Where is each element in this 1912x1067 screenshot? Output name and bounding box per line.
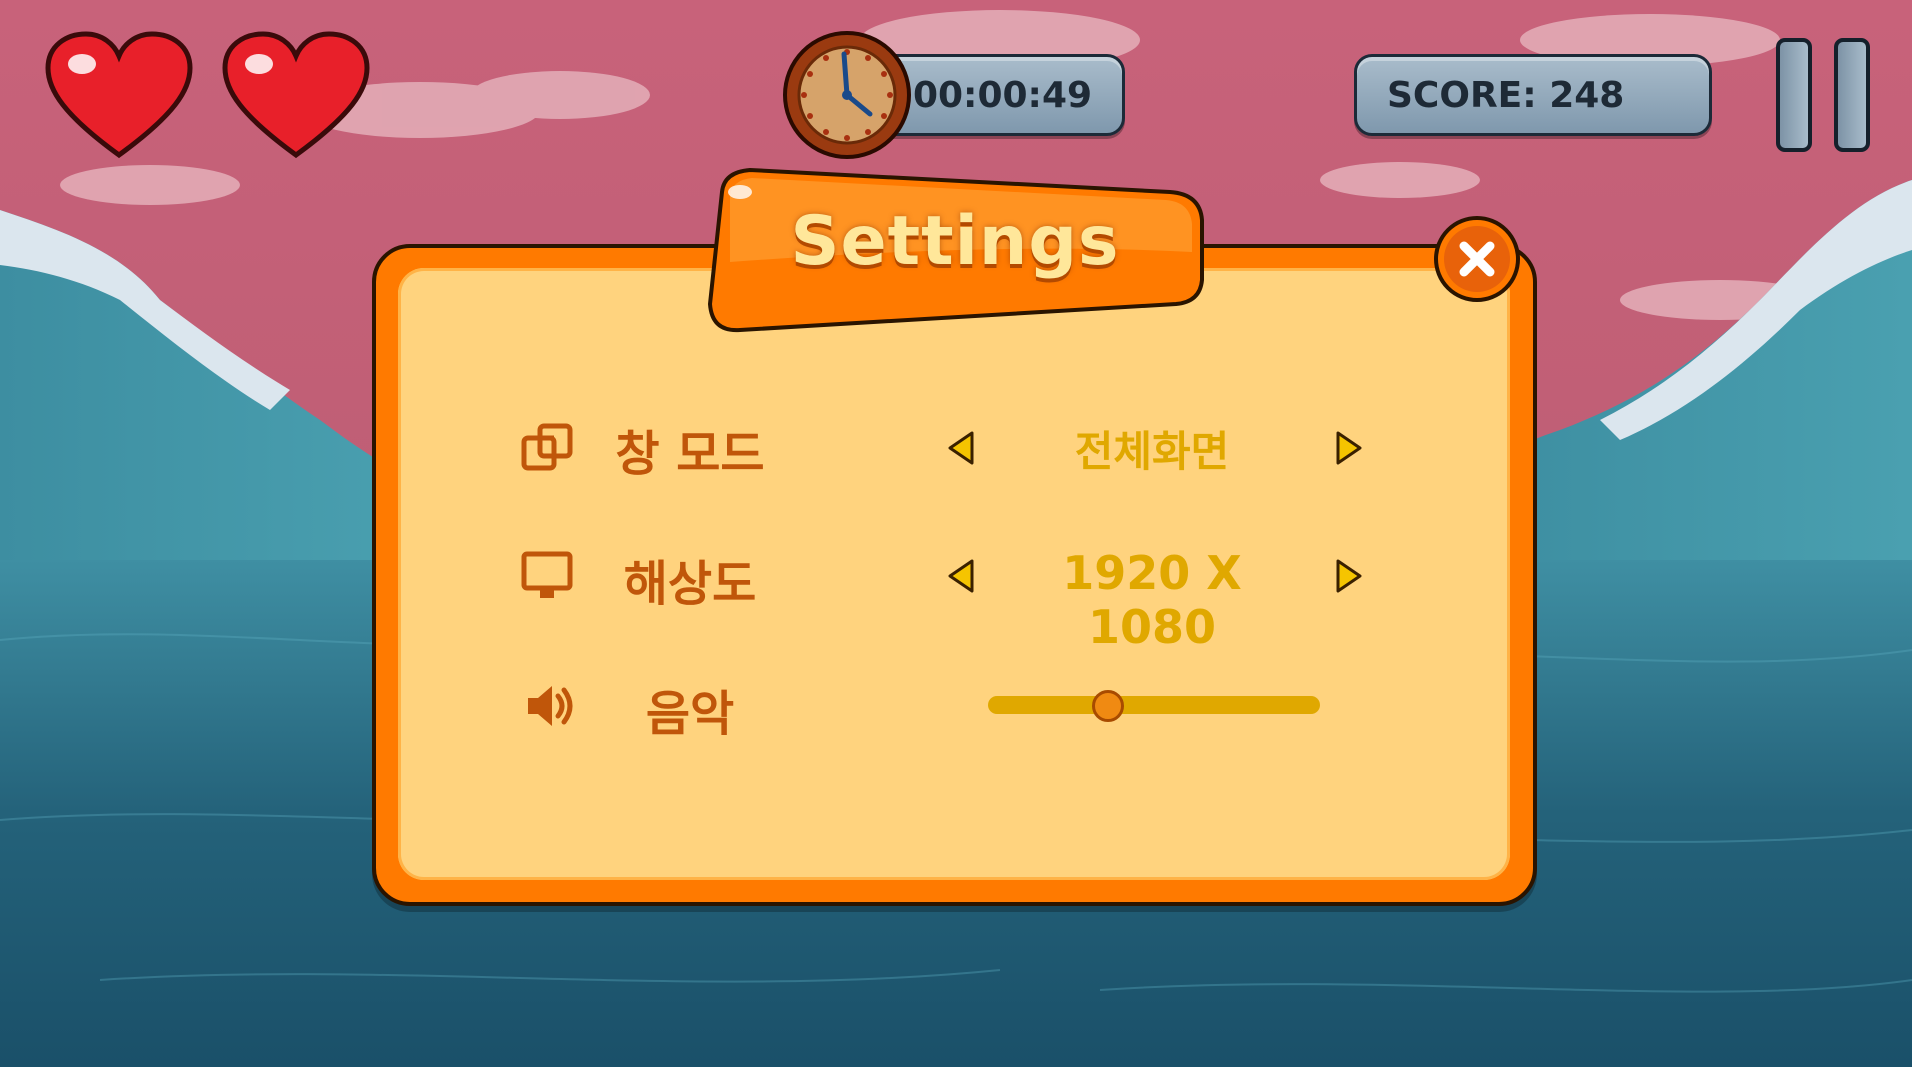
resolution-label: 해상도 [623, 556, 757, 612]
close-button[interactable] [1432, 214, 1522, 304]
music-label: 음악 [645, 686, 735, 742]
resolution-value: 1920 X 1080 [1062, 546, 1242, 654]
window-mode-value: 전체화면 [1074, 427, 1230, 476]
music-volume-slider[interactable] [988, 696, 1320, 714]
music-volume-slider-handle[interactable] [1091, 690, 1124, 722]
timer-text: 00:00:49 [912, 74, 1093, 116]
window-mode-prev-arrow[interactable] [946, 430, 976, 466]
window-mode-next-arrow[interactable] [1334, 430, 1364, 466]
dialog-title: Settings [790, 201, 1120, 281]
life-heart-icon [222, 31, 370, 159]
pause-bar-right [1834, 38, 1870, 152]
resolution-next-arrow[interactable] [1334, 558, 1364, 594]
window-mode-label: 창 모드 [615, 426, 765, 482]
score-text: SCORE: 248 [1387, 74, 1625, 116]
score-display: SCORE: 248 [1354, 54, 1712, 136]
pause-button[interactable] [1776, 38, 1876, 152]
clock-icon [783, 31, 911, 159]
life-heart-icon [45, 31, 193, 159]
window-mode-icon [521, 423, 573, 471]
resolution-prev-arrow[interactable] [946, 558, 976, 594]
pause-bar-left [1776, 38, 1812, 152]
speaker-icon [528, 686, 573, 726]
monitor-icon [521, 551, 573, 598]
